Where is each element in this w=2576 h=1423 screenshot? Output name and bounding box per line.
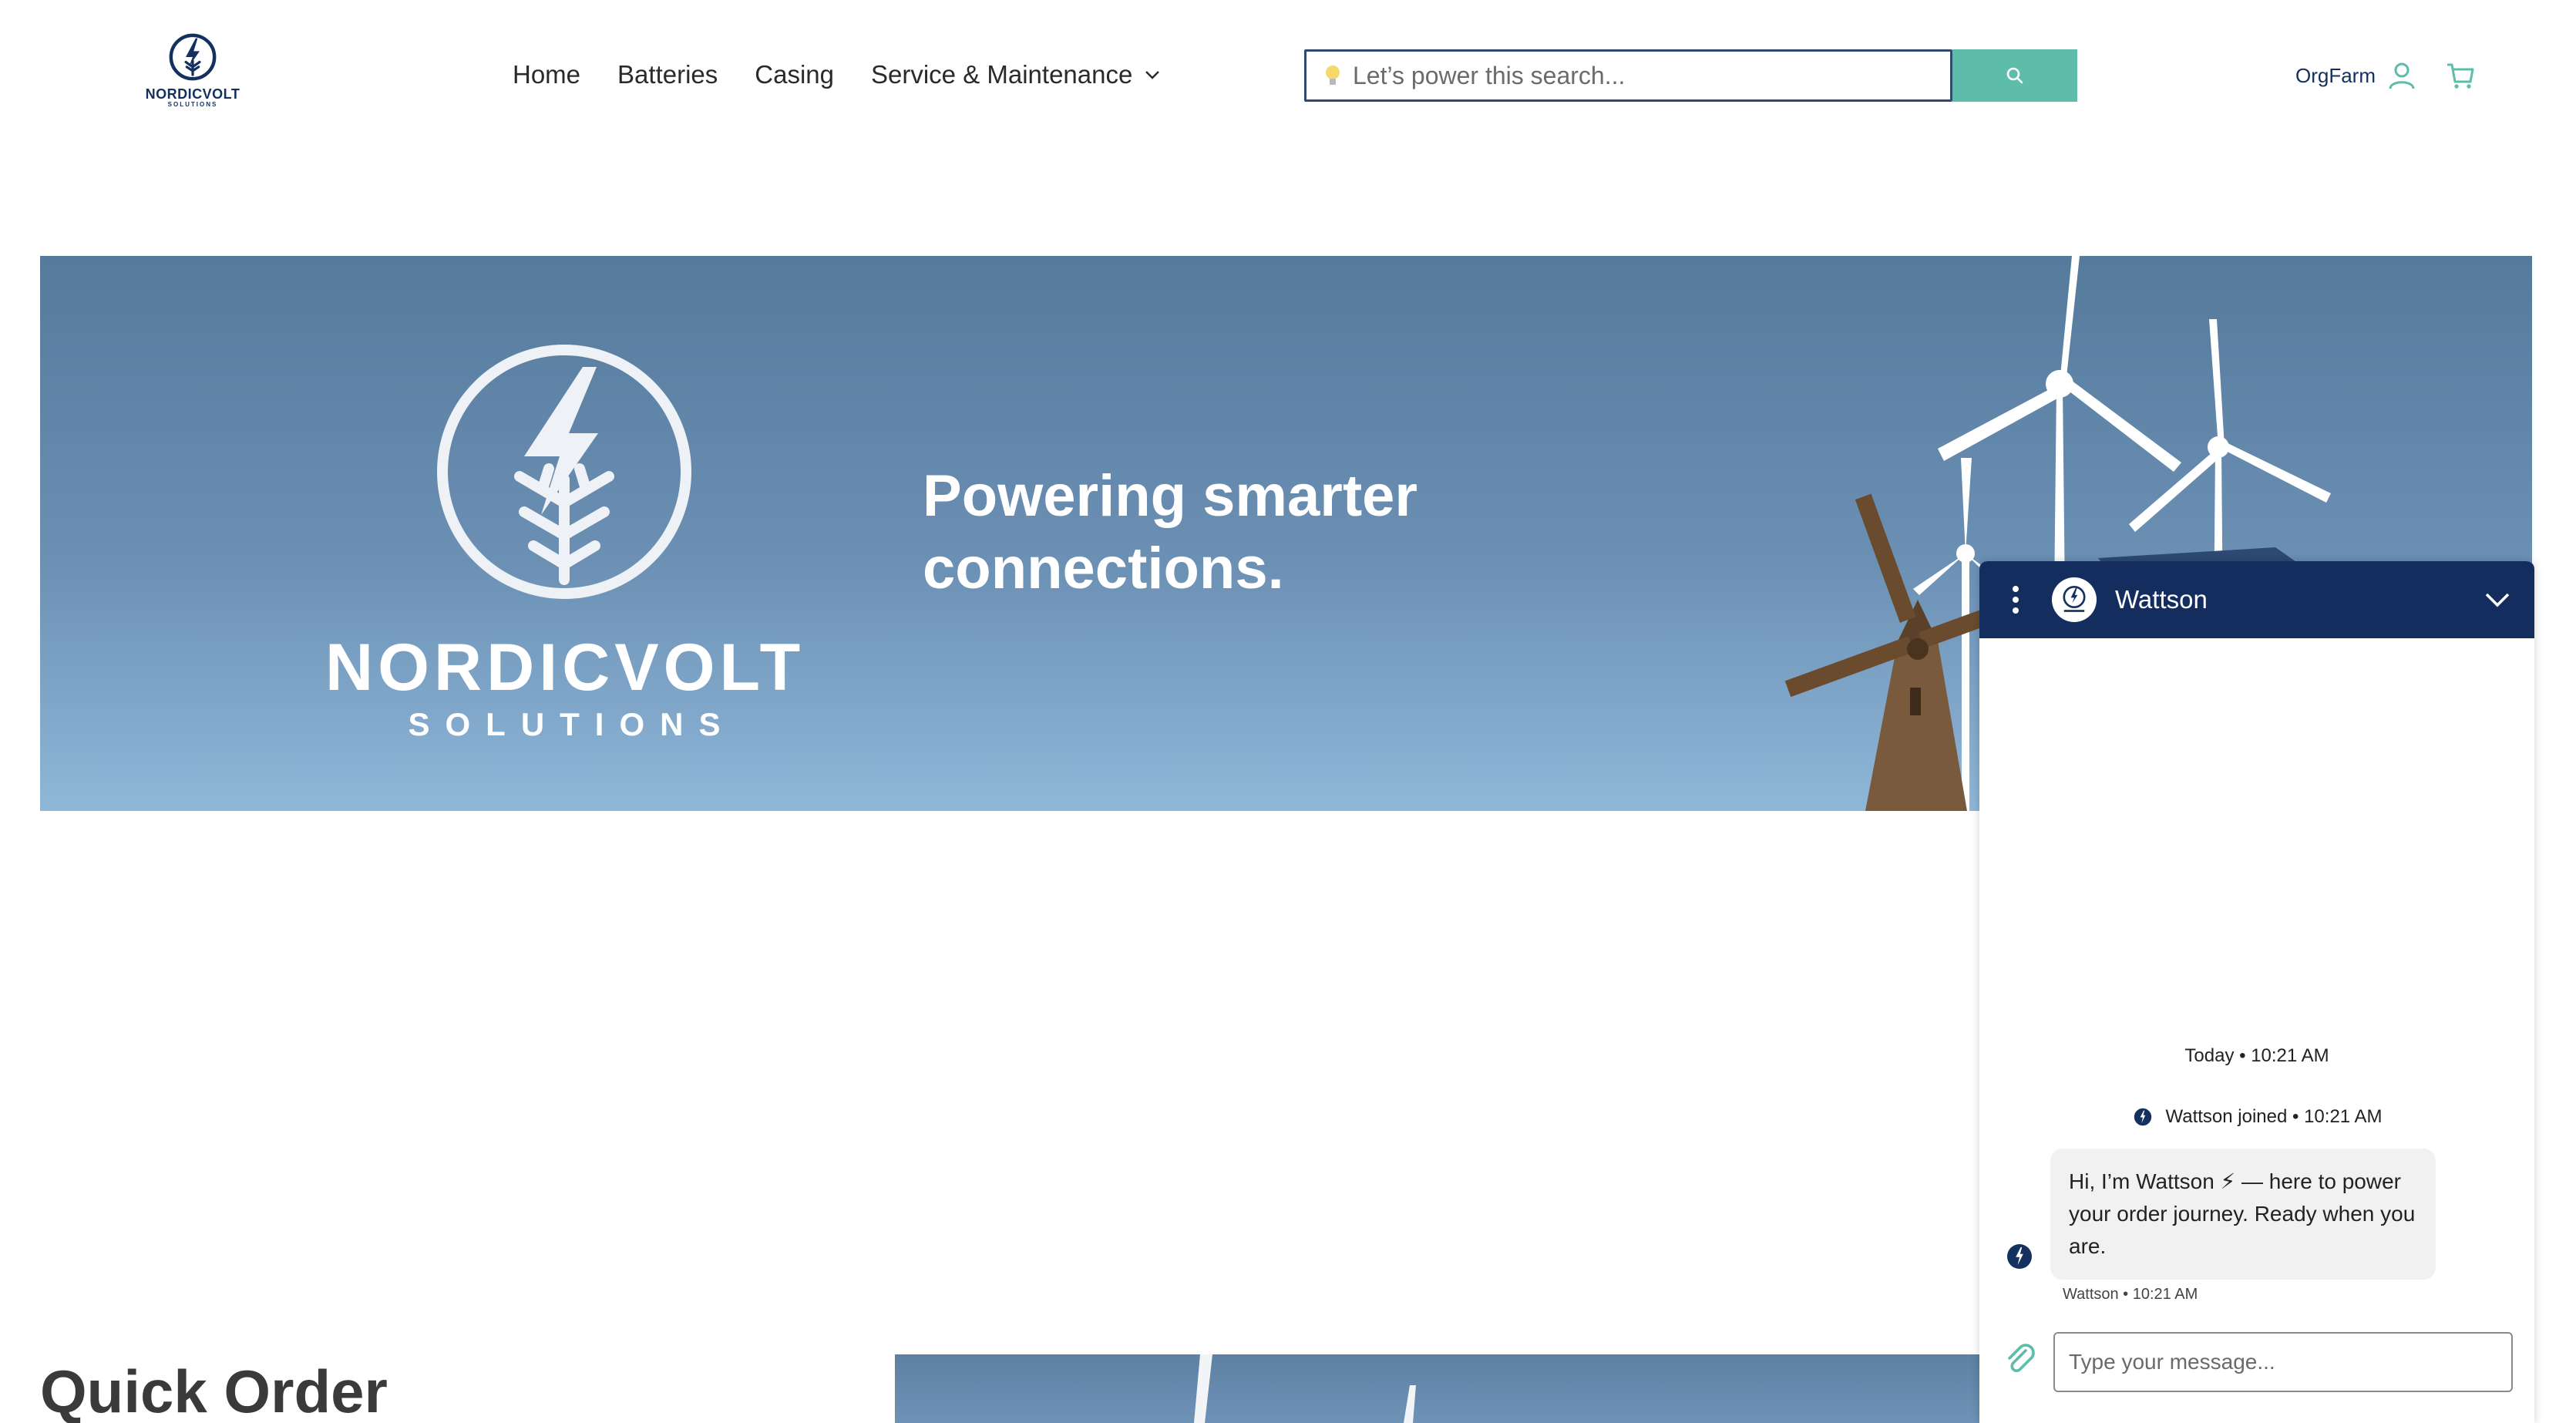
cart-icon[interactable] bbox=[2445, 60, 2476, 91]
nav-batteries[interactable]: Batteries bbox=[617, 60, 718, 89]
user-icon[interactable] bbox=[2386, 60, 2417, 91]
logo-sub: SOLUTIONS bbox=[167, 101, 218, 108]
nav-home[interactable]: Home bbox=[513, 60, 580, 89]
nav-casing-label: Casing bbox=[755, 60, 834, 89]
main-nav: Home Batteries Casing Service & Maintena… bbox=[513, 56, 1162, 94]
chat-title: Wattson bbox=[2115, 585, 2208, 614]
hero-tagline: Powering smarter connections. bbox=[923, 463, 1417, 601]
search-icon bbox=[2006, 67, 2023, 84]
chat-day-stamp: Today • 10:21 AM bbox=[2184, 1045, 2329, 1066]
chat-menu-button[interactable] bbox=[1996, 561, 2035, 638]
chat-message-bubble: Hi, I’m Wattson ⚡ — here to power your o… bbox=[2050, 1149, 2436, 1280]
hero-logo-name: NORDICVOLT bbox=[325, 631, 805, 705]
chevron-down-icon bbox=[1145, 71, 1160, 79]
bolt-tree-logo-icon bbox=[437, 345, 691, 599]
bolt-tree-logo-icon bbox=[2063, 585, 2086, 612]
bolt-tree-logo-icon bbox=[169, 33, 217, 81]
paperclip-icon[interactable] bbox=[2003, 1341, 2040, 1378]
chat-widget: Wattson Today • 10:21 AM Wattson joined … bbox=[1979, 561, 2534, 1423]
chat-join-text: Wattson joined • 10:21 AM bbox=[2165, 1106, 2383, 1127]
chat-message-input[interactable] bbox=[2053, 1332, 2513, 1392]
site-header: NORDICVOLT SOLUTIONS Home Batteries Casi… bbox=[0, 0, 2576, 154]
quick-order-title: Quick Order bbox=[40, 1357, 388, 1423]
turbine-blades-illustration bbox=[1194, 1354, 1416, 1423]
search-input[interactable] bbox=[1304, 49, 1952, 102]
agent-mini-avatar bbox=[2131, 1105, 2155, 1129]
hero-logo: NORDICVOLT SOLUTIONS bbox=[325, 341, 805, 742]
collapse-chevron-icon[interactable] bbox=[2482, 584, 2513, 615]
nav-service-maintenance[interactable]: Service & Maintenance bbox=[871, 60, 1162, 89]
logo-name: NORDICVOLT bbox=[145, 86, 240, 102]
chat-avatar bbox=[2052, 577, 2097, 622]
nav-home-label: Home bbox=[513, 60, 581, 89]
agent-avatar-icon bbox=[2007, 1244, 2032, 1269]
bolt-tree-logo-icon bbox=[2134, 1108, 2152, 1126]
nav-casing[interactable]: Casing bbox=[755, 60, 834, 89]
search-bar bbox=[1304, 49, 2077, 102]
nav-service-label: Service & Maintenance bbox=[871, 60, 1133, 89]
chat-message-meta: Wattson • 10:21 AM bbox=[2063, 1286, 2198, 1303]
nav-batteries-label: Batteries bbox=[617, 60, 718, 89]
user-area: OrgFarm bbox=[2295, 60, 2476, 91]
search-button[interactable] bbox=[1952, 49, 2077, 102]
chat-join-notice: Wattson joined • 10:21 AM bbox=[1979, 1105, 2534, 1129]
lightbulb-icon bbox=[1326, 66, 1340, 85]
site-logo[interactable]: NORDICVOLT SOLUTIONS bbox=[139, 32, 247, 113]
hero-logo-sub: SOLUTIONS bbox=[408, 706, 736, 742]
kebab-menu-icon bbox=[2013, 586, 2019, 614]
account-name[interactable]: OrgFarm bbox=[2295, 64, 2376, 88]
quick-order-banner bbox=[895, 1354, 1989, 1423]
chat-header: Wattson bbox=[1979, 561, 2534, 638]
